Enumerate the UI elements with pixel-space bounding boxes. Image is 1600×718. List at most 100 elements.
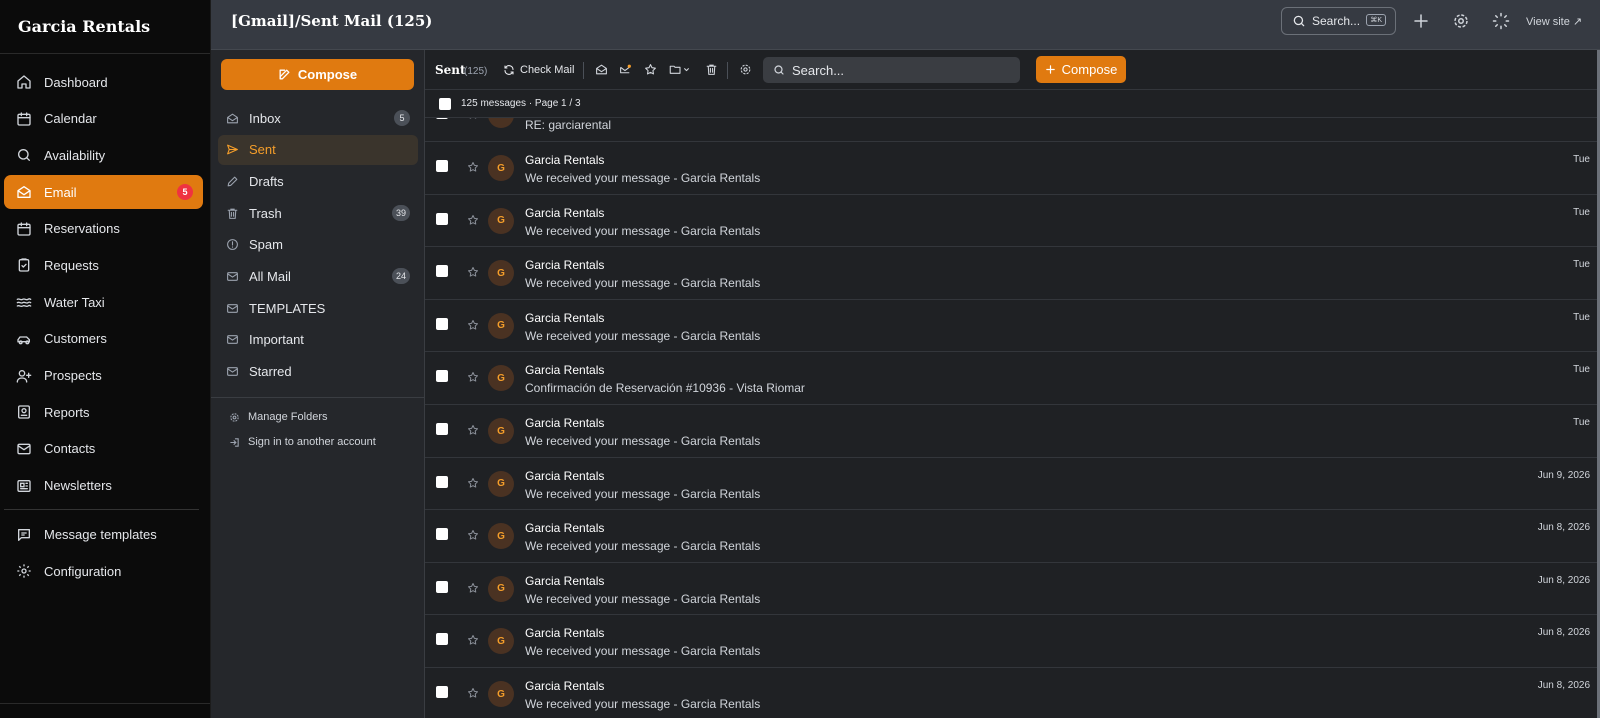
row-checkbox[interactable] [436, 265, 448, 278]
sidebar-item-reports[interactable]: Reports [4, 395, 203, 429]
star-icon[interactable] [467, 266, 479, 278]
main-sidebar: Garcia Rentals Dashboard Calendar Availa… [0, 0, 211, 718]
table-row[interactable]: G Garcia Rentals We received your messag… [425, 510, 1600, 563]
star-icon[interactable] [467, 582, 479, 594]
message-icon [18, 528, 30, 541]
table-row[interactable]: G Garcia Rentals We received your messag… [425, 668, 1600, 718]
search-icon [18, 149, 30, 162]
folder-important[interactable]: Important [218, 325, 418, 355]
sidebar-item-prospects[interactable]: Prospects [4, 359, 203, 393]
toolbar-compose-button[interactable]: Compose [1036, 56, 1126, 83]
sidebar-item-dashboard[interactable]: Dashboard [4, 65, 203, 99]
folder-divider [211, 397, 424, 398]
table-row[interactable]: G Garcia Rentals We received your messag… [425, 247, 1600, 300]
mail-search-input[interactable] [792, 62, 1002, 78]
manage-folders-link[interactable]: Manage Folders [229, 411, 328, 423]
row-checkbox[interactable] [436, 160, 448, 172]
table-row[interactable]: G Garcia Rentals We received your messag… [425, 563, 1600, 616]
mail-pane: Sent (125) Check Mail Compose [425, 50, 1600, 718]
sidebar-item-label: Calendar [44, 111, 97, 127]
sidebar-item-requests[interactable]: Requests [4, 248, 203, 282]
folder-drafts[interactable]: Drafts [218, 166, 418, 196]
compose-button[interactable]: Compose [221, 59, 414, 90]
folder-count: 39 [391, 205, 410, 222]
table-row[interactable]: G Garcia Rentals We received your messag… [425, 405, 1600, 458]
table-row[interactable]: G Garcia Rentals We received your messag… [425, 615, 1600, 668]
sidebar-item-customers[interactable]: Customers [4, 322, 203, 356]
mark-read-icon[interactable] [595, 63, 608, 76]
sidebar-item-reservations[interactable]: Reservations [4, 212, 203, 246]
star-icon[interactable] [467, 634, 479, 646]
sidebar-item-newsletters[interactable]: Newsletters [4, 469, 203, 503]
gear-icon[interactable] [739, 63, 752, 76]
check-mail-button[interactable]: Check Mail [503, 64, 574, 76]
gear-icon[interactable] [1452, 12, 1470, 30]
message-date: Tue [1573, 206, 1590, 218]
sidebar-item-configuration[interactable]: Configuration [4, 554, 203, 588]
select-all-checkbox[interactable] [439, 98, 451, 110]
folder-starred[interactable]: Starred [218, 357, 418, 387]
star-icon[interactable] [467, 319, 479, 331]
row-checkbox[interactable] [436, 370, 448, 383]
avatar: G [488, 575, 514, 602]
table-row[interactable]: G Garcia Rentals We received your messag… [425, 195, 1600, 248]
folder-title: Sent [435, 63, 466, 77]
sidebar-item-water-taxi[interactable]: Water Taxi [4, 285, 203, 319]
row-checkbox[interactable] [436, 580, 448, 593]
table-row[interactable]: G Garcia Rentals Confirmación de Reserva… [425, 352, 1600, 405]
star-icon[interactable] [467, 529, 479, 541]
message-sender: Garcia Rentals [525, 573, 605, 588]
row-checkbox[interactable] [436, 118, 448, 119]
row-checkbox[interactable] [436, 317, 448, 330]
folder-spam[interactable]: Spam [218, 230, 418, 260]
avatar: G [488, 681, 514, 707]
loader-icon[interactable] [1492, 12, 1510, 30]
brand-logo[interactable]: Garcia Rentals [0, 0, 210, 54]
mark-unread-icon[interactable] [619, 63, 632, 76]
sidebar-item-label: Newsletters [44, 478, 112, 494]
star-icon[interactable] [644, 63, 657, 76]
star-icon[interactable] [467, 118, 479, 120]
mail-icon [17, 443, 31, 455]
folder-templates[interactable]: TEMPLATES [218, 293, 418, 323]
star-icon[interactable] [467, 477, 479, 489]
star-icon[interactable] [467, 161, 479, 173]
row-checkbox[interactable] [436, 686, 448, 698]
table-row[interactable]: G Garcia Rentals We received your messag… [425, 142, 1600, 195]
star-icon[interactable] [467, 424, 479, 436]
toolbar-divider [727, 62, 728, 79]
folder-label: Drafts [249, 173, 284, 189]
message-subject: We received your message - Garcia Rental… [525, 276, 761, 291]
folder-all-mail[interactable]: All Mail 24 [218, 261, 418, 291]
row-checkbox[interactable] [436, 528, 448, 541]
sidebar-item-email[interactable]: Email 5 [4, 175, 203, 210]
row-checkbox[interactable] [436, 633, 448, 646]
sidebar-item-message-templates[interactable]: Message templates [4, 518, 203, 552]
sidebar-item-availability[interactable]: Availability [4, 138, 203, 172]
folder-trash[interactable]: Trash 39 [218, 198, 418, 228]
trash-icon [227, 208, 238, 219]
star-icon[interactable] [467, 687, 479, 699]
folder-inbox[interactable]: Inbox 5 [218, 103, 418, 133]
row-checkbox[interactable] [436, 423, 448, 435]
car-icon [17, 336, 30, 345]
global-search-button[interactable]: Search... ⌘K [1281, 7, 1396, 35]
sign-in-another-account-link[interactable]: Sign in to another account [229, 436, 376, 448]
move-to-folder-icon[interactable] [668, 63, 692, 76]
message-list: A RE: garciarental G Garcia Rentals We r… [425, 118, 1600, 718]
table-row[interactable]: G Garcia Rentals We received your messag… [425, 300, 1600, 353]
folder-sent[interactable]: Sent [218, 134, 418, 165]
table-row[interactable]: A RE: garciarental [425, 118, 1600, 142]
star-icon[interactable] [467, 371, 479, 383]
delete-icon[interactable] [705, 63, 718, 76]
avatar: G [488, 260, 514, 287]
table-row[interactable]: G Garcia Rentals We received your messag… [425, 458, 1600, 511]
sidebar-item-contacts[interactable]: Contacts [4, 432, 203, 466]
view-site-link[interactable]: View site ↗ [1526, 15, 1582, 28]
row-checkbox[interactable] [436, 212, 448, 225]
sidebar-item-calendar[interactable]: Calendar [4, 102, 203, 136]
row-checkbox[interactable] [436, 475, 448, 488]
plus-icon[interactable] [1412, 12, 1430, 30]
newspaper-icon [17, 479, 31, 492]
star-icon[interactable] [467, 214, 479, 226]
